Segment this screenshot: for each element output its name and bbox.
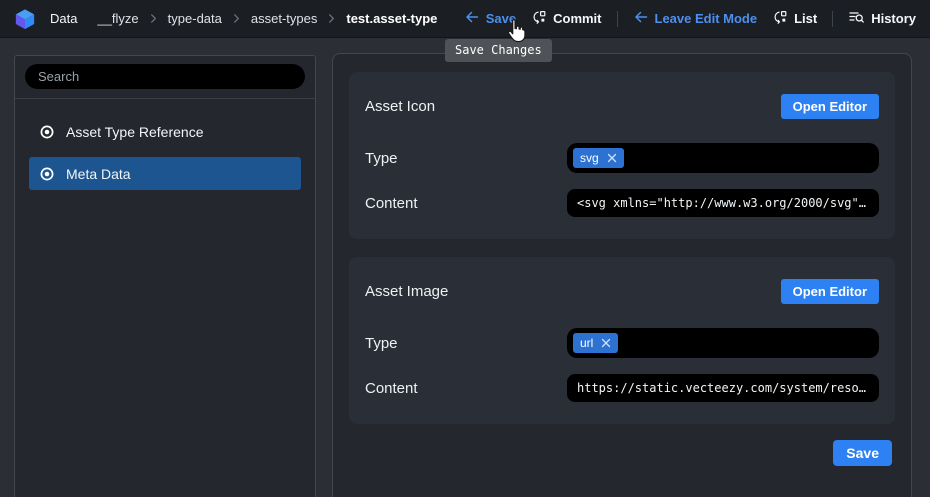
arrow-left-icon <box>633 9 649 28</box>
topbar-divider <box>832 11 833 27</box>
record-circle-icon <box>39 166 55 182</box>
history-search-icon <box>848 9 865 28</box>
list-button-label: List <box>794 11 817 26</box>
search-input[interactable] <box>25 64 305 89</box>
sidebar-item-asset-type-reference[interactable]: Asset Type Reference <box>29 115 301 148</box>
leave-edit-mode-label: Leave Edit Mode <box>655 11 758 26</box>
open-editor-button[interactable]: Open Editor <box>781 279 879 304</box>
type-tag: svg <box>573 148 624 168</box>
content-value-input[interactable]: https://static.vecteezy.com/system/reso… <box>567 374 879 402</box>
sidebar: Asset Type Reference Meta Data <box>14 55 316 497</box>
type-tag-text: svg <box>580 151 599 165</box>
main-panel: Asset Icon Open Editor Type svg Content … <box>332 53 912 497</box>
form-save-button[interactable]: Save <box>833 440 892 466</box>
list-branch-icon <box>772 9 788 28</box>
history-button[interactable]: History <box>848 9 916 28</box>
top-navigation-bar: Data __flyze type-data asset-types test.… <box>0 0 930 37</box>
breadcrumb-item-flyze[interactable]: __flyze <box>97 11 138 26</box>
chevron-right-icon <box>148 13 159 24</box>
section-title: Asset Image <box>365 283 448 300</box>
chevron-right-icon <box>326 13 337 24</box>
open-editor-button[interactable]: Open Editor <box>781 94 879 119</box>
sidebar-item-label: Asset Type Reference <box>66 124 203 140</box>
sidebar-search-wrap <box>15 56 315 99</box>
breadcrumb-item-asset-types[interactable]: asset-types <box>251 11 317 26</box>
record-circle-icon <box>39 124 55 140</box>
type-label: Type <box>365 335 398 352</box>
sidebar-nav: Asset Type Reference Meta Data <box>15 99 315 215</box>
commit-button-label: Commit <box>553 11 601 26</box>
content-label: Content <box>365 380 418 397</box>
tag-remove-icon[interactable] <box>601 338 611 348</box>
type-tag-text: url <box>580 336 593 350</box>
commit-button[interactable]: Commit <box>531 9 601 28</box>
app-title[interactable]: Data <box>50 11 77 26</box>
save-button-label: Save <box>486 11 516 26</box>
content-label: Content <box>365 195 418 212</box>
arrow-left-icon <box>464 9 480 28</box>
tag-remove-icon[interactable] <box>607 153 617 163</box>
type-label: Type <box>365 150 398 167</box>
commit-icon <box>531 9 547 28</box>
content-value-input[interactable]: <svg xmlns="http://www.w3.org/2000/svg"… <box>567 189 879 217</box>
type-tag-input[interactable]: url <box>567 328 879 358</box>
breadcrumb: __flyze type-data asset-types test.asset… <box>97 11 437 26</box>
sidebar-item-meta-data[interactable]: Meta Data <box>29 157 301 190</box>
section-asset-image: Asset Image Open Editor Type url Content… <box>349 257 895 424</box>
chevron-right-icon <box>231 13 242 24</box>
sidebar-item-label: Meta Data <box>66 166 131 182</box>
save-tooltip: Save Changes <box>445 39 552 62</box>
app-logo-cube-icon[interactable] <box>14 8 36 30</box>
history-button-label: History <box>871 11 916 26</box>
list-button[interactable]: List <box>772 9 817 28</box>
breadcrumb-item-current[interactable]: test.asset-type <box>346 11 437 26</box>
topbar-divider <box>617 11 618 27</box>
breadcrumb-item-type-data[interactable]: type-data <box>168 11 222 26</box>
leave-edit-mode-button[interactable]: Leave Edit Mode <box>633 9 758 28</box>
topbar-actions: Save Commit Leave Edit Mode List History <box>464 9 916 28</box>
save-button[interactable]: Save <box>464 9 516 28</box>
section-asset-icon: Asset Icon Open Editor Type svg Content … <box>349 72 895 239</box>
type-tag: url <box>573 333 618 353</box>
save-row: Save <box>333 440 892 466</box>
section-title: Asset Icon <box>365 98 435 115</box>
type-tag-input[interactable]: svg <box>567 143 879 173</box>
